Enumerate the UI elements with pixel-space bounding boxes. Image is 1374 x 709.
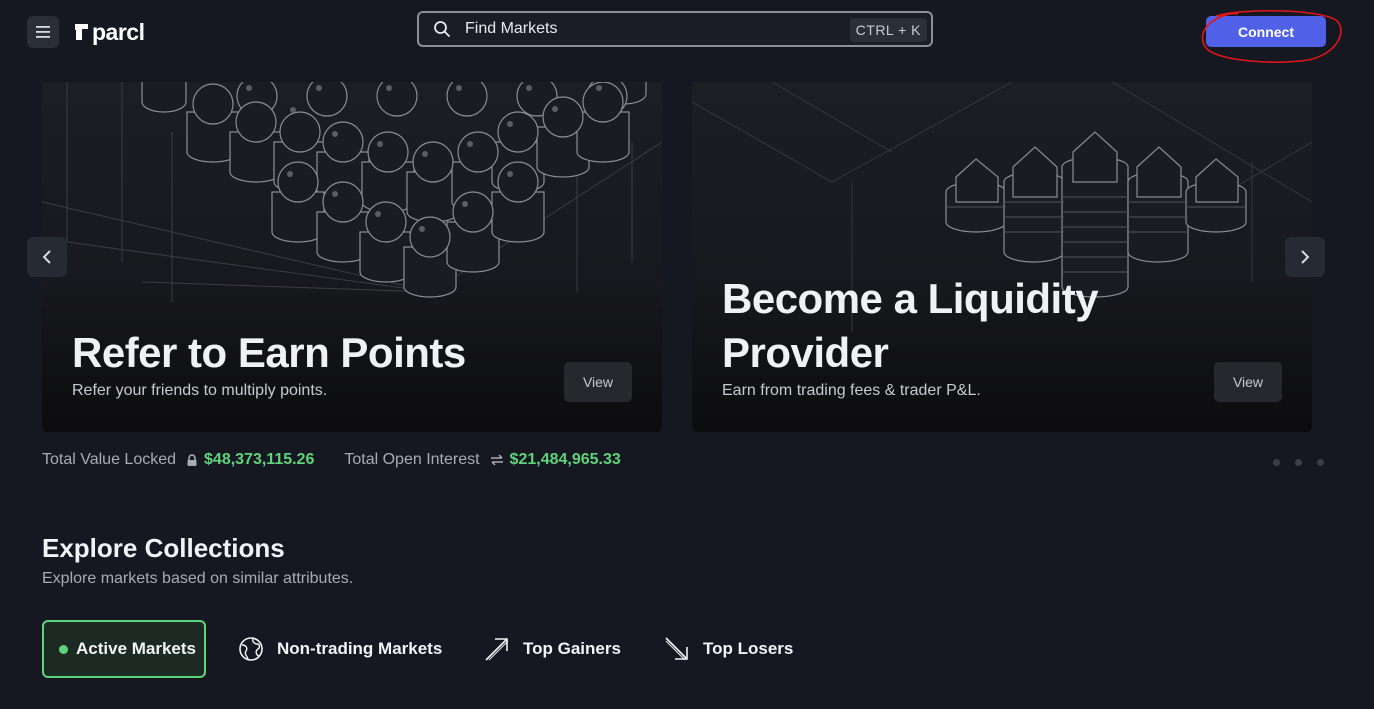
tab-non-trading-markets[interactable]: Non-trading Markets [238, 620, 442, 678]
pagination-dot[interactable] [1295, 459, 1302, 466]
referral-promo-card[interactable]: Refer to Earn Points Refer your friends … [42, 82, 662, 432]
open-interest-label: Total Open Interest [344, 451, 480, 468]
view-button[interactable]: View [564, 362, 632, 402]
card-subtitle: Earn from trading fees & trader P&L. [722, 382, 981, 399]
tab-top-losers[interactable]: Top Losers [664, 620, 793, 678]
section-subtitle: Explore markets based on similar attribu… [42, 570, 354, 587]
green-dot-icon [59, 644, 68, 654]
pagination-dot[interactable] [1317, 459, 1324, 466]
card-subtitle: Refer your friends to multiply points. [72, 382, 328, 399]
search-icon [434, 21, 450, 37]
search-bar[interactable]: CTRL + K [417, 11, 933, 47]
tab-label: Active Markets [76, 639, 197, 658]
lock-icon [186, 453, 198, 467]
liquidity-promo-card[interactable]: Become a Liquidity Provider Earn from tr… [692, 82, 1312, 432]
globe-icon [239, 637, 263, 661]
connect-button[interactable]: Connect [1206, 16, 1326, 47]
carousel-pagination [1273, 459, 1324, 466]
arrow-down-right-icon [665, 637, 688, 661]
tvl-label: Total Value Locked [42, 451, 177, 468]
hamburger-icon [36, 26, 50, 38]
card-title-line-1: Become a Liquidity [722, 275, 1099, 322]
carousel-prev-button[interactable] [27, 237, 67, 277]
tab-label: Top Losers [703, 639, 794, 658]
carousel-next-button[interactable] [1285, 237, 1325, 277]
tvl-value: $48,373,115.26 [204, 451, 315, 468]
view-button[interactable]: View [1214, 362, 1282, 402]
logo-mark-icon [75, 24, 88, 40]
card-title: Refer to Earn Points [72, 329, 466, 376]
open-interest-value: $21,484,965.33 [509, 451, 621, 468]
search-shortcut-badge: CTRL + K [849, 18, 927, 42]
tab-label: Top Gainers [523, 639, 621, 658]
arrow-up-right-icon [485, 638, 509, 661]
tab-top-gainers[interactable]: Top Gainers [484, 620, 621, 678]
menu-button[interactable] [27, 16, 59, 48]
logo-text: parcl [92, 18, 145, 45]
chevron-right-icon [1301, 250, 1310, 264]
search-input[interactable] [463, 19, 847, 39]
section-title: Explore Collections [42, 533, 285, 563]
protocol-stats: Total Value Locked $48,373,115.26 Total … [42, 450, 621, 470]
chevron-left-icon [42, 250, 51, 264]
tab-label: Non-trading Markets [277, 639, 443, 658]
pagination-dot[interactable] [1273, 459, 1280, 466]
swap-icon [490, 454, 504, 466]
card-title-line-2: Provider [722, 329, 889, 376]
parcl-logo[interactable]: parcl [74, 18, 145, 45]
tab-active-markets[interactable]: Active Markets [42, 620, 206, 678]
